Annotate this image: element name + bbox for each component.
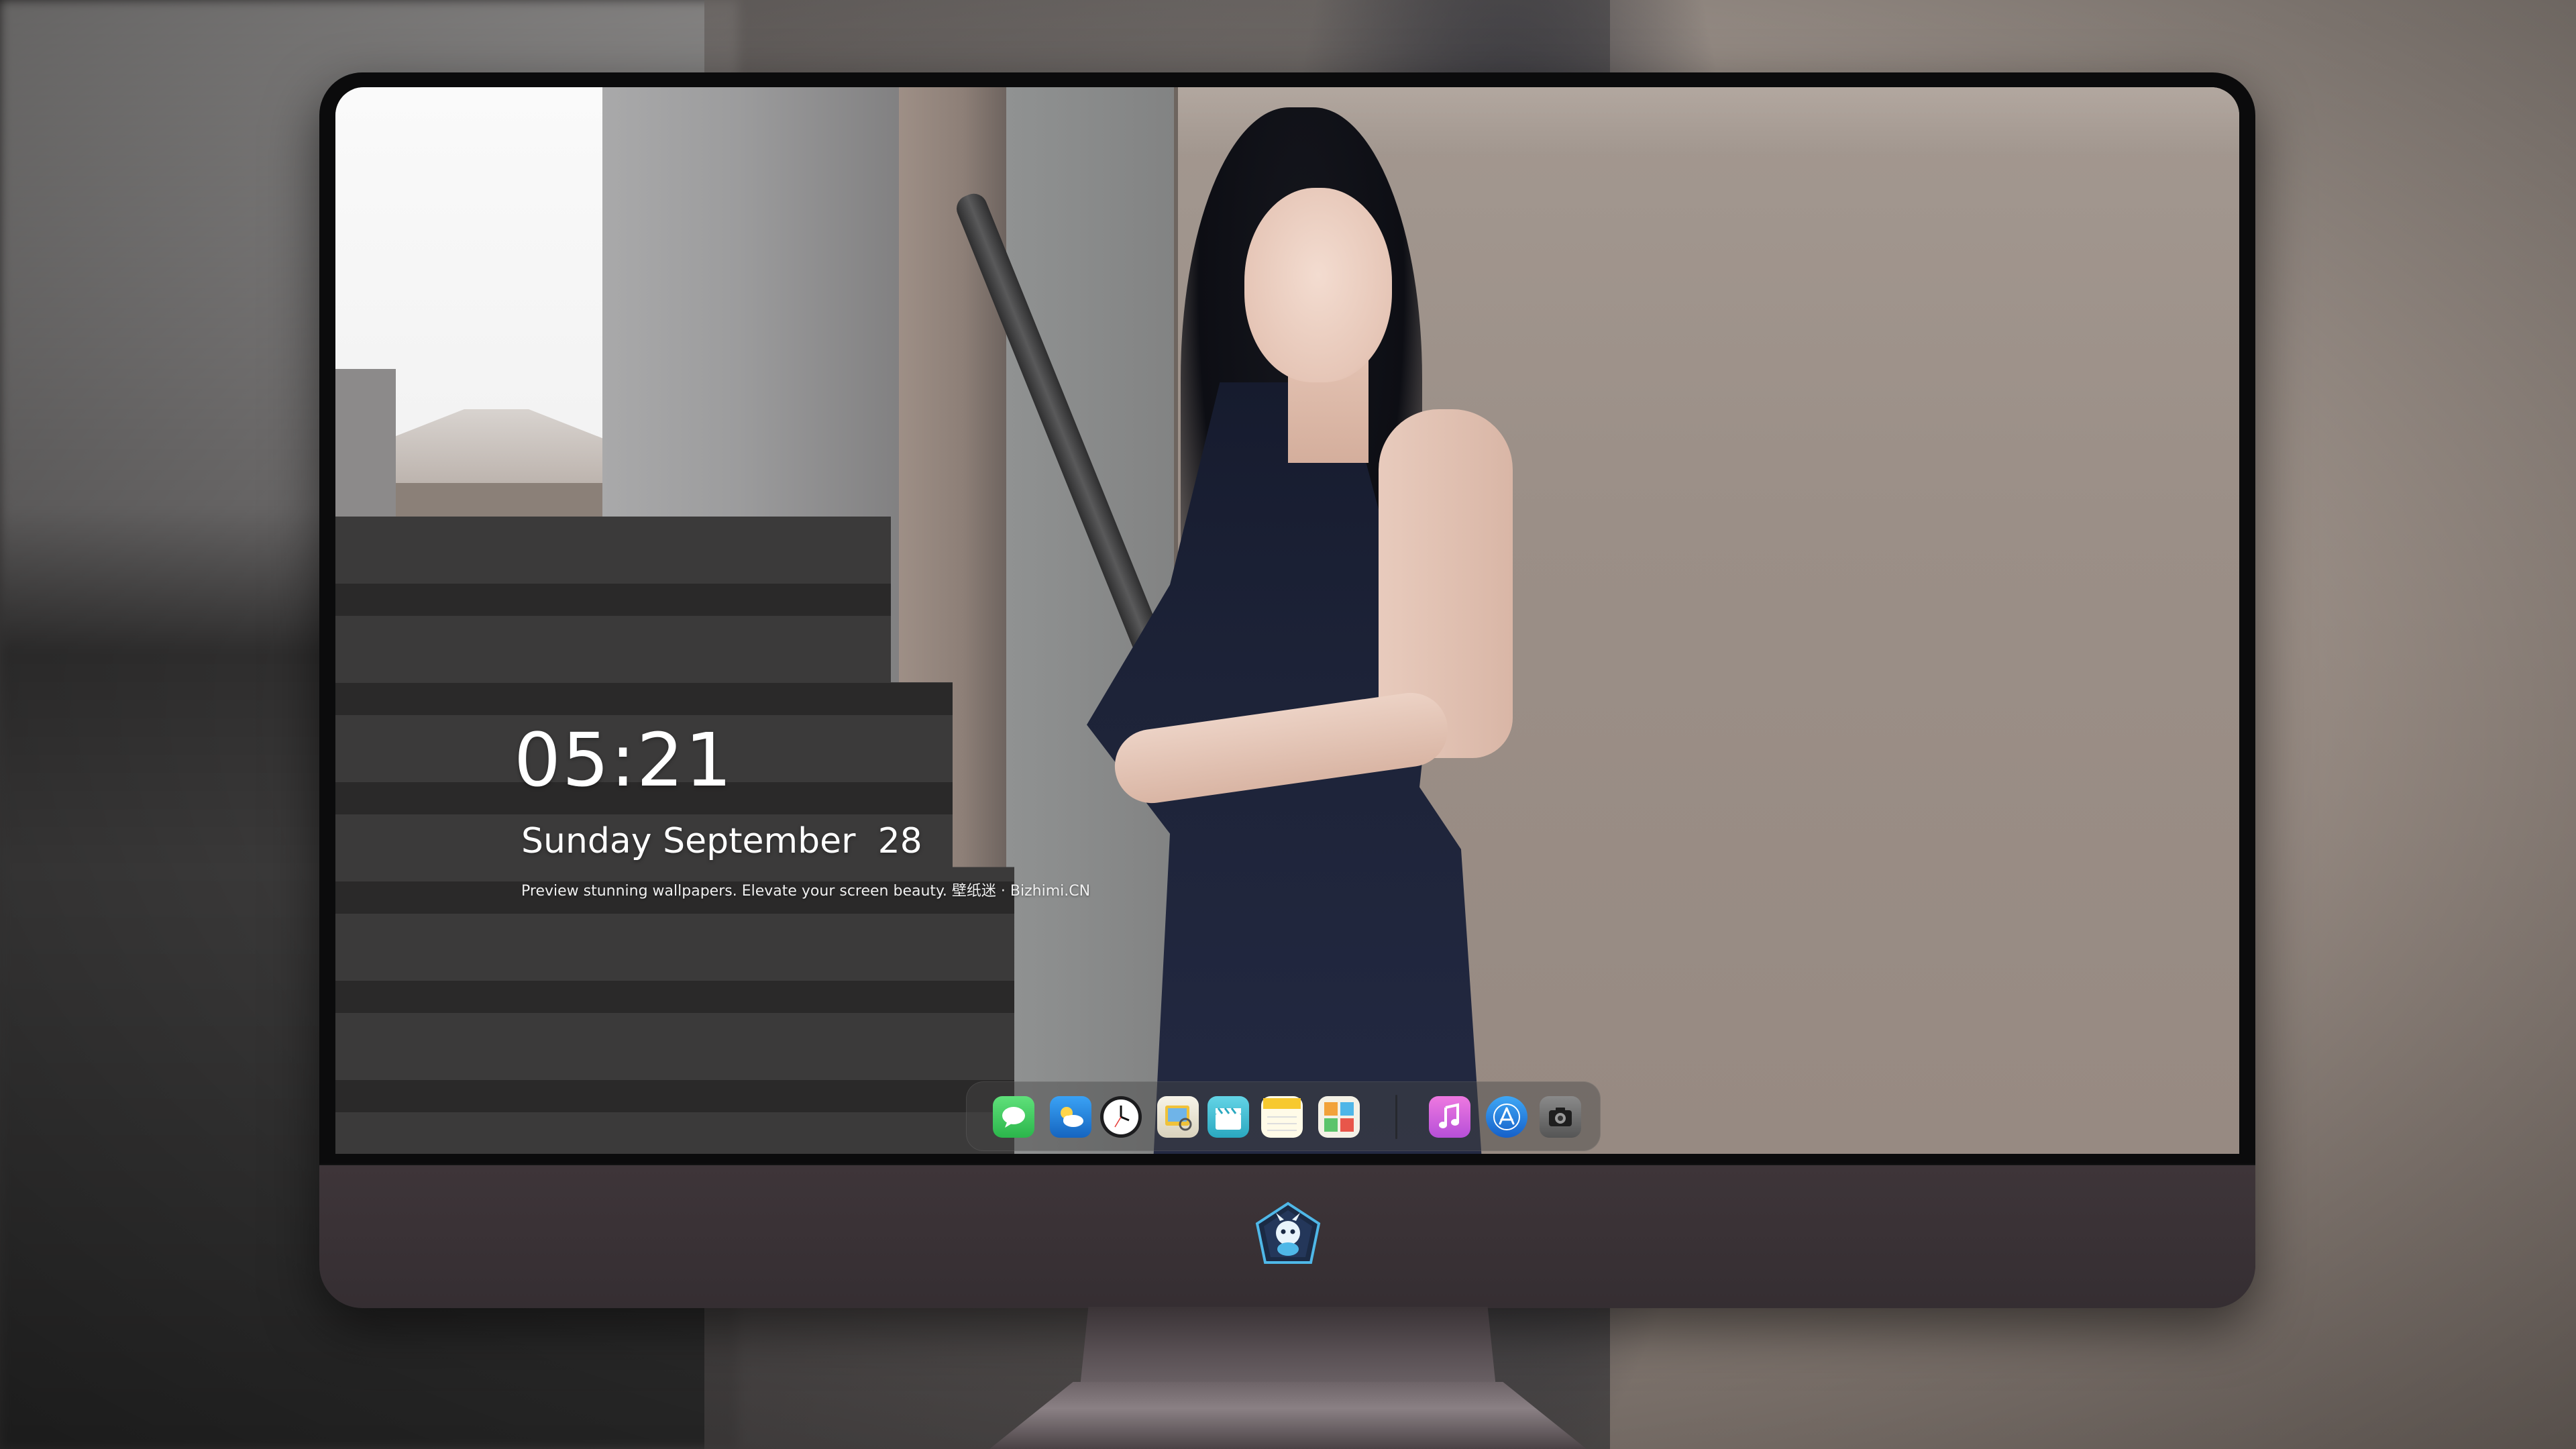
monitor-stand-neck (1080, 1307, 1496, 1387)
clips-icon[interactable] (1208, 1096, 1249, 1138)
clock-icon[interactable] (1100, 1096, 1142, 1138)
lock-screen-clock: 05:21 (514, 717, 734, 803)
camera-glyph (1549, 1108, 1572, 1126)
lock-screen-tagline: Preview stunning wallpapers. Elevate you… (521, 883, 1091, 900)
photo-grid-glyph (1324, 1102, 1354, 1132)
speech-bubble-glyph (1002, 1107, 1025, 1128)
app-store-glyph (1493, 1104, 1520, 1130)
lock-screen[interactable] (335, 87, 2239, 1154)
desktop-background: 05:21 Sunday September 28 Preview stunni… (0, 0, 2576, 1449)
dragon-logo-icon (1255, 1201, 1321, 1264)
monitor-stand-base (989, 1382, 1587, 1449)
music-note-glyph (1439, 1103, 1459, 1128)
clock-face-glyph (1104, 1099, 1138, 1134)
wallpaper-figure-face (1244, 188, 1392, 382)
lock-screen-date: Sunday September 28 (521, 821, 922, 861)
dock (966, 1081, 1601, 1151)
weather-icon[interactable] (1050, 1096, 1091, 1138)
preview-icon[interactable] (1157, 1096, 1199, 1138)
notepad-glyph (1263, 1098, 1301, 1131)
music-icon[interactable] (1429, 1096, 1470, 1138)
dock-separator (1395, 1095, 1397, 1139)
clapperboard-glyph (1216, 1108, 1241, 1130)
app-store-icon[interactable] (1486, 1096, 1527, 1138)
camera-icon[interactable] (1540, 1096, 1581, 1138)
sun-cloud-glyph (1061, 1107, 1083, 1127)
photo-booth-icon[interactable] (1318, 1096, 1360, 1138)
photo-viewer-glyph (1165, 1106, 1192, 1131)
messages-icon[interactable] (993, 1096, 1034, 1138)
notes-icon[interactable] (1261, 1096, 1303, 1138)
